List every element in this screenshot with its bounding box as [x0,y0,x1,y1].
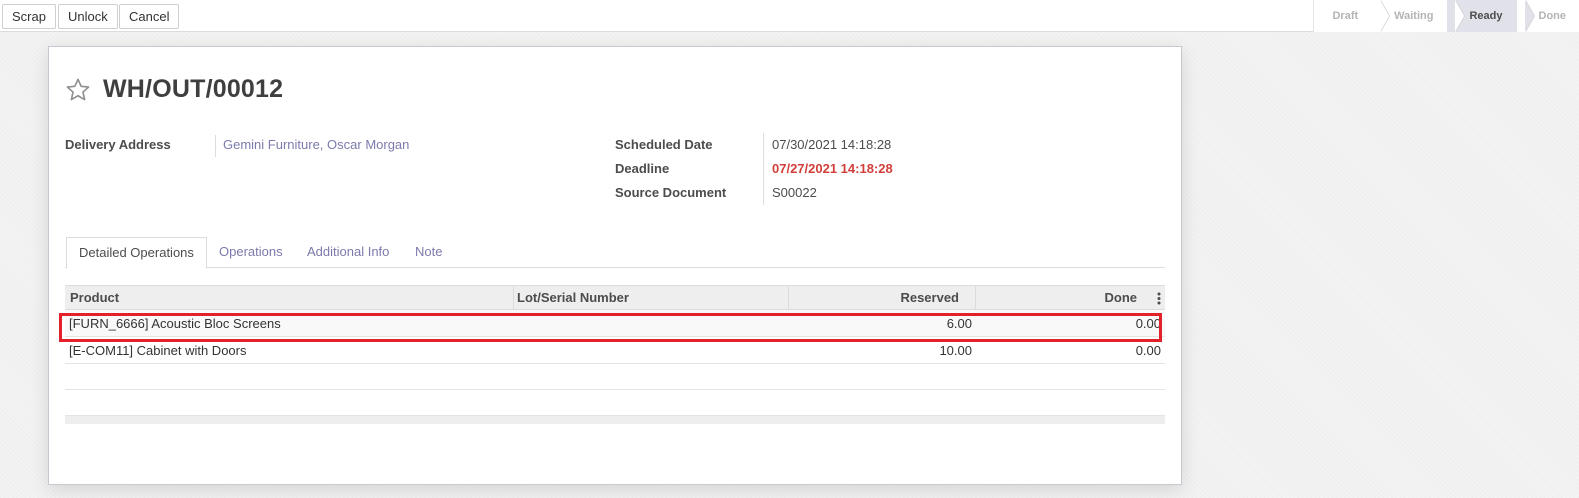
star-icon[interactable] [65,77,91,103]
tab-detailed-operations[interactable]: Detailed Operations [66,237,207,269]
status-bar: Draft Waiting Ready Done [1313,0,1579,32]
stage-label: Done [1538,10,1567,22]
tab-operations[interactable]: Operations [207,237,295,268]
control-panel: Scrap Unlock Cancel Draft Waiting Ready … [0,0,1579,32]
cell-reserved: 6.00 [946,316,972,331]
cell-done: 0.00 [1135,316,1161,331]
cell-reserved: 10.00 [939,343,972,358]
cell-product: [E-COM11] Cabinet with Doors [69,343,247,358]
unlock-button[interactable]: Unlock [58,4,118,29]
scheduled-date-value[interactable]: 07/30/2021 14:18:28 [772,137,891,152]
cell-done: 0.00 [1135,343,1161,358]
notebook-tabs: Detailed Operations Operations Additiona… [65,237,1165,269]
form-sheet: WH/OUT/00012 Delivery Address Gemini Fur… [48,46,1182,485]
column-header-lot[interactable]: Lot/Serial Number [517,286,629,310]
title-row: WH/OUT/00012 [65,75,283,104]
field-divider [763,133,764,205]
column-header-reserved[interactable]: Reserved [900,286,959,310]
source-document-value[interactable]: S00022 [772,185,817,200]
tab-note[interactable]: Note [403,237,454,268]
table-row[interactable]: [FURN_6666] Acoustic Bloc Screens 6.00 0… [65,310,1165,337]
scheduled-date-label: Scheduled Date [615,137,713,152]
source-document-label: Source Document [615,185,727,200]
column-header-done[interactable]: Done [1105,286,1138,310]
stage-label: Waiting [1394,10,1434,22]
column-header-product[interactable]: Product [70,286,119,310]
table-header: Product Lot/Serial Number Reserved Done [65,285,1165,310]
cancel-button[interactable]: Cancel [119,4,180,29]
stage-draft[interactable]: Draft [1313,0,1391,32]
empty-row [65,390,1165,416]
cell-product: [FURN_6666] Acoustic Bloc Screens [69,316,281,331]
delivery-address-link[interactable]: Gemini Furniture, Oscar Morgan [223,137,409,152]
empty-row [65,364,1165,390]
table-footer [65,416,1165,424]
stage-label: Draft [1332,10,1359,22]
table-row[interactable]: [E-COM11] Cabinet with Doors 10.00 0.00 [65,337,1165,364]
deadline-label: Deadline [615,161,670,176]
record-title: WH/OUT/00012 [103,75,284,103]
tab-additional-info[interactable]: Additional Info [295,237,401,268]
field-divider [215,135,216,157]
detailed-operations-table: Product Lot/Serial Number Reserved Done … [65,285,1165,424]
delivery-address-label: Delivery Address [65,137,171,152]
scrap-button[interactable]: Scrap [2,4,56,29]
stage-label: Ready [1469,10,1503,22]
deadline-value[interactable]: 07/27/2021 14:18:28 [772,161,893,176]
optional-columns-icon[interactable] [1157,292,1161,305]
